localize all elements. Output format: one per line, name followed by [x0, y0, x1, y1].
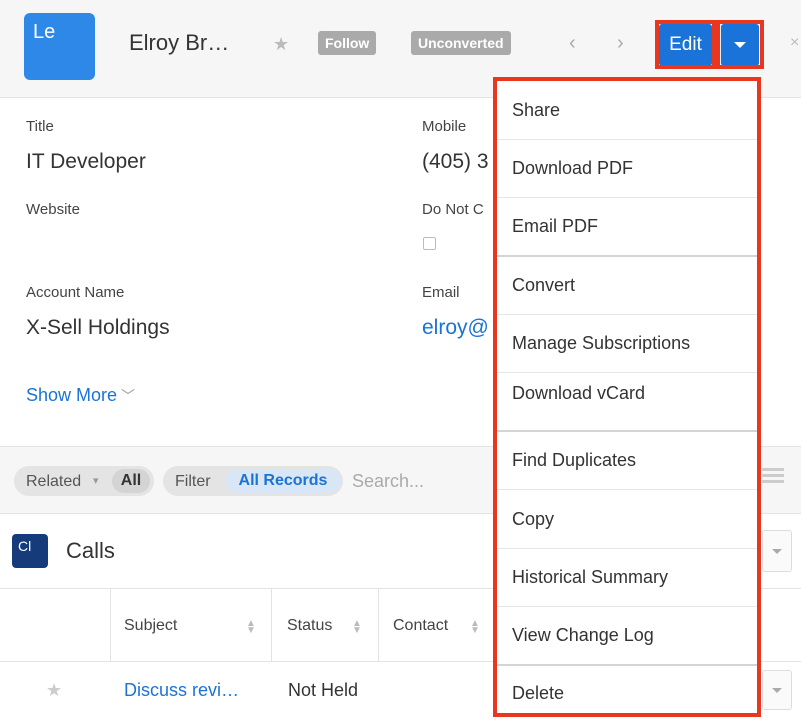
column-divider — [271, 589, 272, 663]
title-value[interactable]: IT Developer — [26, 150, 146, 174]
menu-item-historical-summary[interactable]: Historical Summary — [497, 567, 757, 588]
favorite-star-icon[interactable]: ★ — [273, 34, 289, 55]
records-filter[interactable]: Filter All Records — [163, 466, 343, 496]
mobile-value[interactable]: (405) 3 — [422, 150, 489, 174]
menu-group-divider — [497, 255, 757, 257]
subpanel-title[interactable]: Calls — [66, 538, 115, 564]
favorite-star-icon[interactable]: ★ — [46, 680, 62, 701]
subpanel-actions-button[interactable] — [762, 530, 792, 572]
column-header-contact[interactable]: Contact — [393, 617, 448, 635]
menu-item-download-vcard[interactable]: Download vCard — [497, 383, 757, 404]
close-icon[interactable]: × — [790, 34, 799, 52]
follow-button[interactable]: Follow — [318, 31, 377, 55]
show-more-link[interactable]: Show More ﹀ — [26, 385, 135, 406]
sort-icon[interactable]: ▲ ▼ — [470, 619, 480, 636]
all-records-option[interactable]: All Records — [225, 469, 341, 493]
column-divider — [110, 589, 111, 663]
menu-group-divider — [497, 430, 757, 432]
menu-item-copy[interactable]: Copy — [497, 509, 757, 530]
menu-divider — [497, 606, 757, 607]
title-label: Title — [26, 118, 54, 135]
email-link[interactable]: elroy@ — [422, 316, 489, 340]
call-subject-link[interactable]: Discuss revi… — [124, 680, 239, 701]
list-view-icon[interactable] — [762, 468, 784, 492]
call-status: Not Held — [288, 680, 359, 700]
lead-module-icon: Le — [24, 13, 95, 80]
next-record-icon[interactable]: › — [617, 32, 624, 55]
menu-item-view-change-log[interactable]: View Change Log — [497, 625, 757, 646]
sort-icon[interactable]: ▲ ▼ — [246, 619, 256, 636]
edit-button-highlight — [655, 20, 716, 69]
menu-item-find-duplicates[interactable]: Find Duplicates — [497, 450, 757, 471]
menu-group-divider — [497, 664, 757, 666]
show-more-label: Show More — [26, 385, 118, 405]
column-divider — [378, 589, 379, 663]
menu-divider — [497, 139, 757, 140]
account-name-value[interactable]: X-Sell Holdings — [26, 316, 170, 340]
menu-divider — [497, 489, 757, 490]
do-not-call-checkbox[interactable] — [423, 237, 436, 250]
menu-item-share[interactable]: Share — [497, 100, 757, 121]
record-title: Elroy Br… — [129, 30, 230, 55]
chevron-down-icon: ﹀ — [121, 388, 136, 404]
mobile-label: Mobile — [422, 118, 467, 135]
menu-divider — [497, 372, 757, 373]
column-header-subject[interactable]: Subject — [124, 617, 177, 635]
account-name-label: Account Name — [26, 284, 125, 301]
filter-label: Filter — [175, 473, 211, 490]
menu-item-convert[interactable]: Convert — [497, 275, 757, 296]
related-all-option[interactable]: All — [112, 469, 150, 493]
website-label: Website — [26, 201, 80, 218]
previous-record-icon[interactable]: ‹ — [569, 32, 576, 55]
related-filter[interactable]: Related ▾ All — [14, 466, 154, 496]
sort-icon[interactable]: ▲ ▼ — [352, 619, 362, 636]
do-not-call-label: Do Not C — [422, 201, 484, 218]
menu-item-delete[interactable]: Delete — [497, 683, 757, 704]
calls-module-icon: Cl — [12, 534, 48, 568]
related-label: Related — [26, 473, 82, 490]
search-input[interactable] — [352, 466, 492, 496]
column-header-status[interactable]: Status — [287, 617, 332, 635]
status-badge: Unconverted — [411, 31, 511, 55]
menu-item-email-pdf[interactable]: Email PDF — [497, 216, 757, 237]
email-label: Email — [422, 284, 460, 301]
menu-divider — [497, 314, 757, 315]
row-actions-button[interactable] — [762, 670, 792, 710]
menu-divider — [497, 197, 757, 198]
actions-dropdown-menu: Share Download PDF Email PDF Convert Man… — [493, 77, 761, 717]
caret-down-icon: ▾ — [93, 475, 99, 487]
menu-item-manage-subscriptions[interactable]: Manage Subscriptions — [497, 333, 757, 354]
actions-dropdown-highlight — [716, 20, 764, 69]
menu-divider — [497, 548, 757, 549]
menu-item-download-pdf[interactable]: Download PDF — [497, 158, 757, 179]
